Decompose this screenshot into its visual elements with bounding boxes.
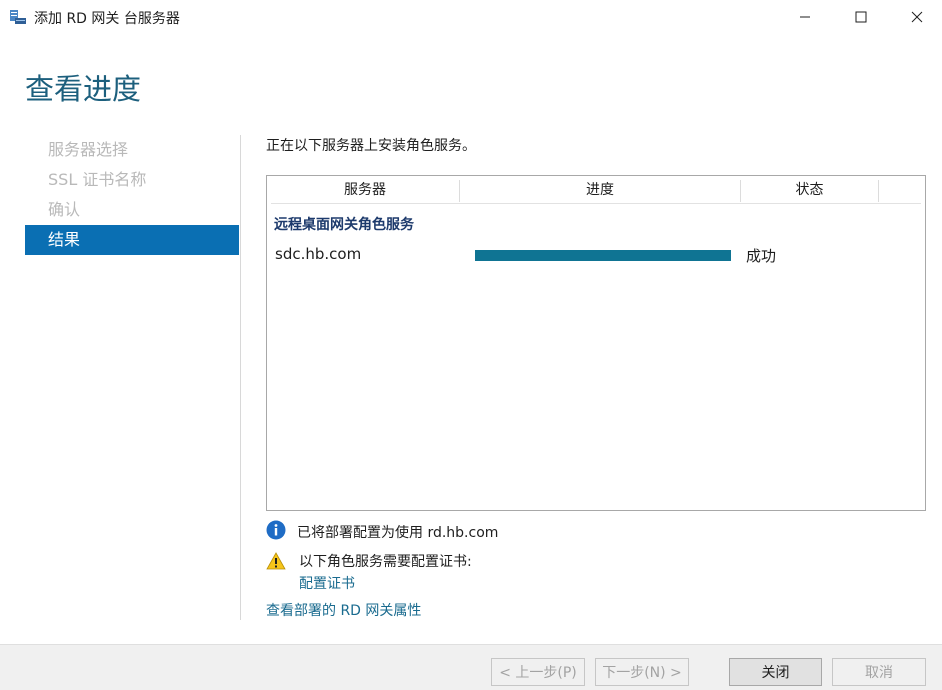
server-name: sdc.hb.com [275, 245, 362, 263]
close-icon [911, 8, 923, 27]
next-button[interactable]: 下一步(N) > [595, 658, 689, 686]
nav-item-confirmation[interactable]: 确认 [25, 195, 239, 225]
column-header-progress[interactable]: 进度 [460, 176, 740, 204]
page-title: 查看进度 [25, 72, 142, 106]
close-window-button[interactable] [894, 0, 940, 34]
status-text: 成功 [746, 247, 777, 265]
minimize-button[interactable] [782, 0, 828, 34]
maximize-button[interactable] [838, 0, 884, 34]
progress-table: 服务器 进度 状态 远程桌面网关角色服务 sdc.hb.com 成功 [266, 175, 926, 511]
column-header-status[interactable]: 状态 [741, 176, 878, 204]
warning-text: 以下角色服务需要配置证书: [299, 554, 472, 570]
view-gateway-properties-link[interactable]: 查看部署的 RD 网关属性 [266, 600, 421, 620]
window-title: 添加 RD 网关 台服务器 [34, 11, 180, 27]
title-bar: 添加 RD 网关 台服务器 [0, 0, 942, 34]
group-label: 远程桌面网关角色服务 [274, 217, 414, 233]
intro-text: 正在以下服务器上安装角色服务。 [266, 138, 476, 154]
info-icon [266, 520, 286, 544]
nav-divider [240, 135, 241, 620]
nav-item-ssl-certificate-name[interactable]: SSL 证书名称 [25, 165, 239, 195]
minimize-icon [799, 8, 811, 27]
nav-item-results[interactable]: 结果 [25, 225, 239, 255]
progress-bar [475, 250, 733, 261]
nav-item-server-selection[interactable]: 服务器选择 [25, 135, 239, 165]
info-message: 已将部署配置为使用 rd.hb.com [266, 520, 498, 544]
info-text: 已将部署配置为使用 rd.hb.com [297, 525, 499, 541]
column-divider [878, 180, 879, 202]
cancel-button[interactable]: 取消 [832, 658, 926, 686]
configure-certificate-link[interactable]: 配置证书 [299, 573, 355, 593]
table-header: 服务器 进度 状态 [271, 176, 921, 204]
previous-button[interactable]: < 上一步(P) [491, 658, 585, 686]
maximize-icon [855, 8, 867, 27]
column-header-server[interactable]: 服务器 [271, 176, 459, 204]
server-manager-icon [9, 9, 27, 25]
warning-icon [266, 552, 286, 574]
footer-bar: < 上一步(P) 下一步(N) > 关闭 取消 [0, 644, 942, 690]
close-button[interactable]: 关闭 [729, 658, 822, 686]
